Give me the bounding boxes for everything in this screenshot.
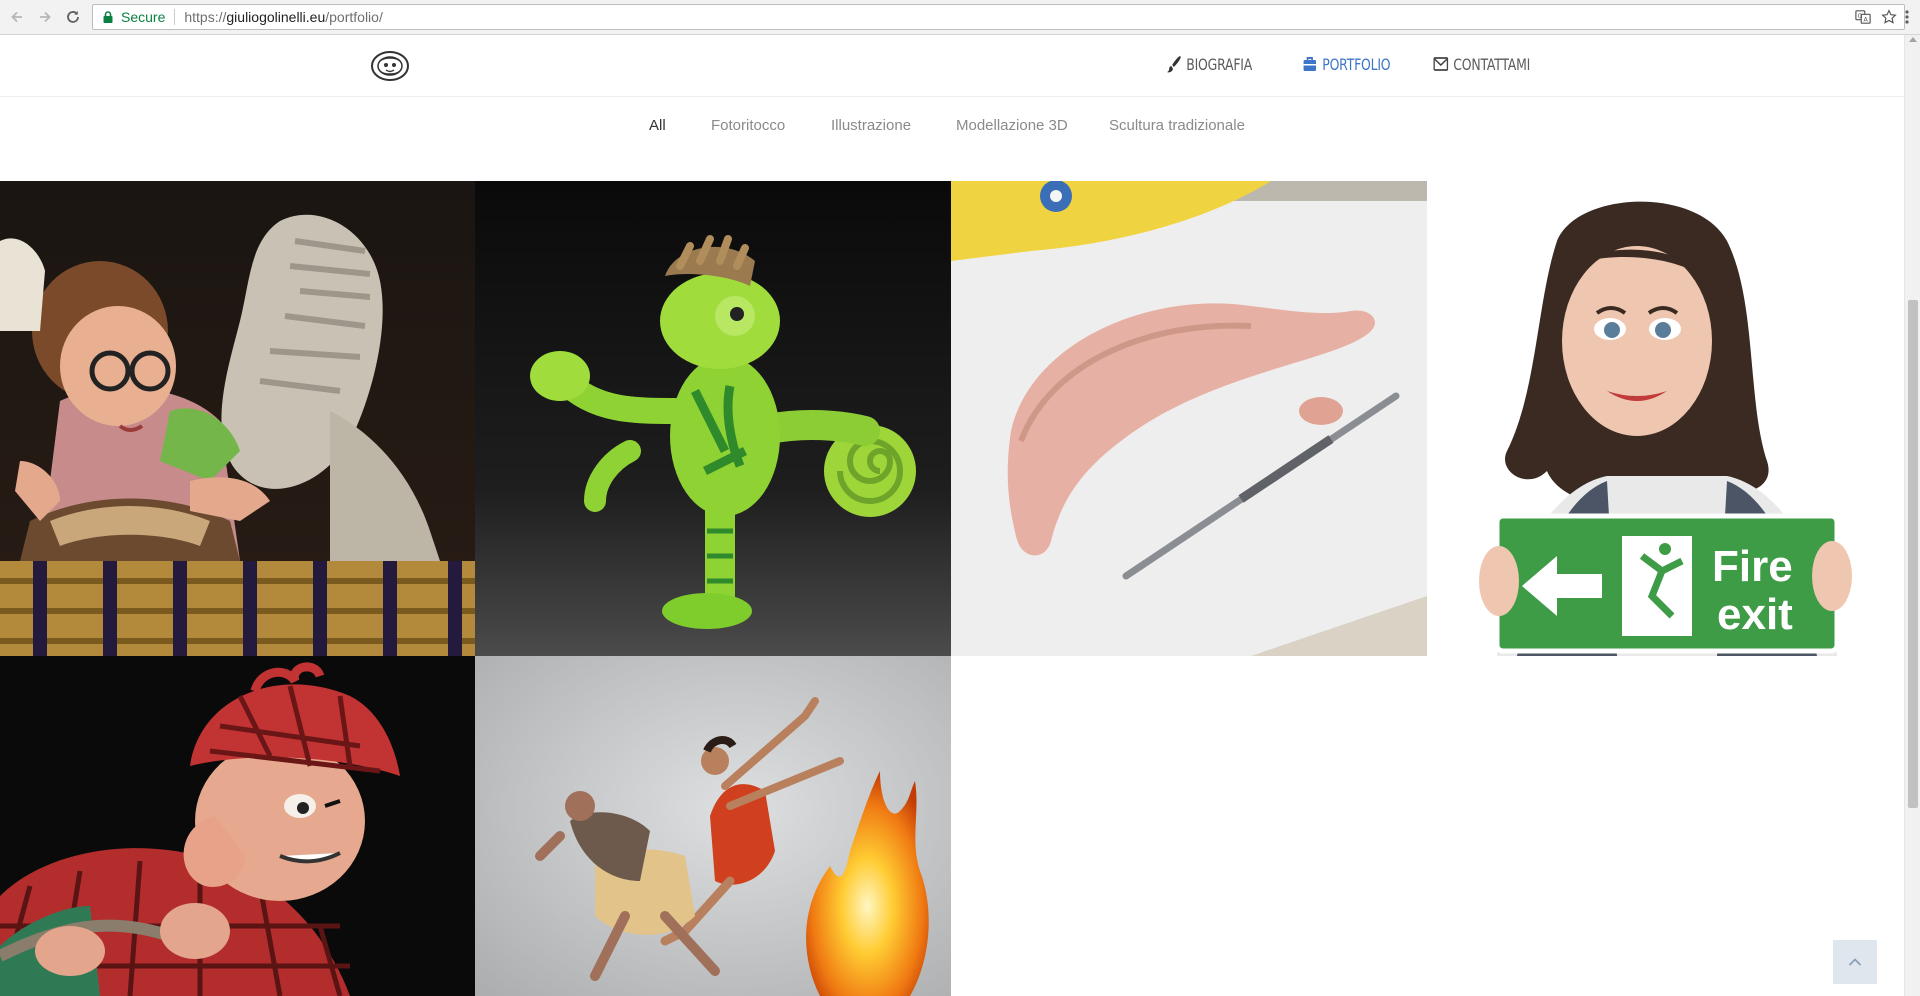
- translate-icon[interactable]: GA: [1854, 8, 1872, 26]
- portfolio-item-clay-banana[interactable]: [951, 181, 1427, 656]
- url-text[interactable]: https://giuliogolinelli.eu/portfolio/: [184, 9, 382, 25]
- svg-text:A: A: [1863, 16, 1868, 23]
- scroll-up-arrow-icon[interactable]: [1909, 37, 1917, 42]
- nav-portfolio[interactable]: PORTFOLIO: [1302, 54, 1391, 74]
- site-logo[interactable]: [370, 49, 410, 83]
- browser-toolbar: Secure https://giuliogolinelli.eu/portfo…: [0, 0, 1920, 35]
- portfolio-grid: Fire exit: [0, 181, 1904, 996]
- filter-illustrazione[interactable]: Illustrazione: [831, 117, 911, 134]
- filter-scultura-tradizionale[interactable]: Scultura tradizionale: [1109, 117, 1245, 134]
- site-header: BIOGRAFIA PORTFOLIO CONTATTAMI: [0, 35, 1904, 97]
- lock-icon: [103, 11, 113, 23]
- filter-modellazione-3d[interactable]: Modellazione 3D: [956, 117, 1068, 134]
- chevron-up-icon: [1848, 958, 1862, 966]
- back-to-top-button[interactable]: [1833, 940, 1877, 984]
- portfolio-item-old-woman-mummy[interactable]: [0, 181, 475, 656]
- nav-contattami[interactable]: CONTATTAMI: [1433, 54, 1530, 74]
- star-icon[interactable]: [1880, 8, 1898, 26]
- portfolio-filters: All Fotoritocco Illustrazione Modellazio…: [0, 117, 1904, 139]
- paintbrush-icon: [1166, 56, 1181, 73]
- back-arrow-icon[interactable]: [6, 6, 28, 28]
- svg-text:exit: exit: [1717, 590, 1793, 639]
- scrollbar-thumb[interactable]: [1908, 300, 1918, 808]
- portfolio-item-dancers-fire[interactable]: [475, 656, 951, 996]
- briefcase-icon: [1303, 57, 1317, 71]
- svg-text:G: G: [1858, 13, 1863, 20]
- forward-arrow-icon[interactable]: [34, 6, 56, 28]
- portfolio-item-chameleon[interactable]: [475, 181, 951, 656]
- svg-text:Fire: Fire: [1712, 542, 1793, 591]
- menu-dots-icon[interactable]: [1900, 6, 1914, 28]
- address-bar[interactable]: Secure https://giuliogolinelli.eu/portfo…: [92, 4, 1905, 30]
- page-scrollbar[interactable]: [1904, 35, 1920, 996]
- reload-icon[interactable]: [62, 6, 84, 28]
- filter-fotoritocco[interactable]: Fotoritocco: [711, 117, 785, 134]
- portfolio-item-fire-exit-woman[interactable]: Fire exit: [1427, 181, 1904, 656]
- portfolio-item-tartan-detective[interactable]: [0, 656, 475, 996]
- nav-biografia[interactable]: BIOGRAFIA: [1166, 54, 1252, 74]
- envelope-icon: [1433, 57, 1449, 71]
- filter-all[interactable]: All: [649, 117, 666, 134]
- secure-label: Secure: [121, 9, 176, 25]
